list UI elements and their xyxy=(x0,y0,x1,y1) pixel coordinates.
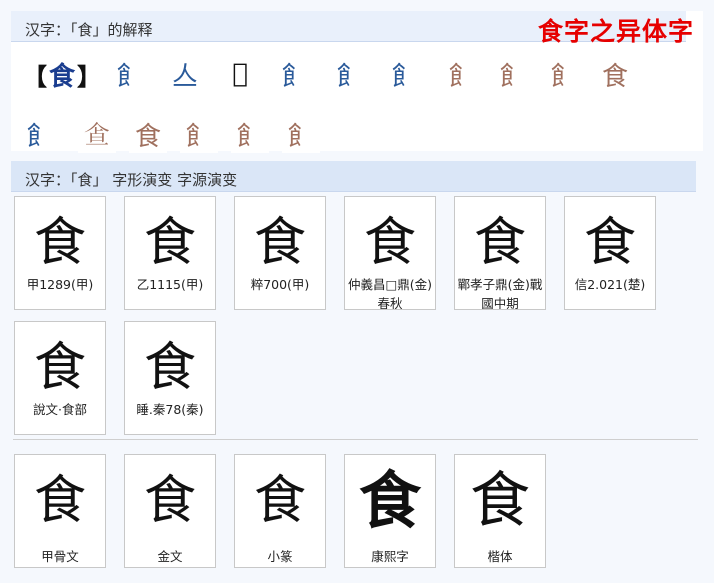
glyph-image: 食 xyxy=(33,337,86,398)
glyph-image: 食 xyxy=(363,212,416,273)
glyph-card[interactable]: 食 甲骨文 xyxy=(14,454,106,568)
variant-char[interactable]: 飠 xyxy=(23,115,57,153)
glyph-caption: 乙1115(甲) xyxy=(136,277,204,292)
variant-char-image[interactable]: 飠 xyxy=(443,55,481,93)
glyph-caption: 信2.021(楚) xyxy=(574,277,646,292)
glyph-caption: 甲1289(甲) xyxy=(26,277,94,292)
section-divider xyxy=(13,439,698,440)
glyph-card[interactable]: 食 金文 xyxy=(124,454,216,568)
variant-char[interactable]: 飠 xyxy=(388,55,422,93)
glyph-caption: 小篆 xyxy=(267,549,293,564)
evolution-panel-title: 汉字：「食」 字形演变 字源演变 xyxy=(25,169,237,190)
variant-char-image[interactable]: 飠 xyxy=(180,115,218,153)
glyph-image: 食 xyxy=(358,464,421,537)
evolution-title-prefix: 汉字：「食」 xyxy=(25,171,108,189)
glyph-image: 食 xyxy=(33,470,86,531)
glyph-caption: 金文 xyxy=(157,549,183,564)
glyph-image: 食 xyxy=(473,212,526,273)
glyph-caption: 說文·食部 xyxy=(33,402,87,417)
glyph-image: 食 xyxy=(143,337,196,398)
glyph-card[interactable]: 食 信2.021(楚) xyxy=(564,196,656,310)
glyph-evolution-link[interactable]: 字形演变 xyxy=(112,171,172,189)
variant-row-1: 【 食 】 飠 亼 𠊊 飠 飠 飠 飠 飠 飠 食 xyxy=(23,55,647,93)
variant-panel-header: 汉字：「食」的解释 食字之异体字 xyxy=(11,11,693,46)
glyph-caption: 仲義昌□鼎(金)春秋 xyxy=(347,277,433,310)
bracket-open: 【 xyxy=(23,62,47,91)
variant-char[interactable]: 𠊊 xyxy=(223,55,257,93)
variant-panel-title: 汉字：「食」的解释 xyxy=(25,21,153,39)
variant-char-image[interactable]: 飠 xyxy=(494,55,532,93)
glyph-card[interactable]: 食 粹700(甲) xyxy=(234,196,326,310)
variant-char-image[interactable]: 飠 xyxy=(545,55,583,93)
glyph-caption: 粹700(甲) xyxy=(250,277,310,292)
glyph-card[interactable]: 食 仲義昌□鼎(金)春秋 xyxy=(344,196,436,310)
main-character: 食 xyxy=(48,61,75,92)
glyph-image: 食 xyxy=(583,212,636,273)
variant-char[interactable]: 飠 xyxy=(113,55,147,93)
glyph-card[interactable]: 食 鄲孝子鼎(金)戰國中期 xyxy=(454,196,546,310)
origin-evolution-link[interactable]: 字源演变 xyxy=(177,171,237,189)
variant-banner: 食字之异体字 xyxy=(537,17,694,46)
glyph-image: 食 xyxy=(253,470,306,531)
variant-char-image[interactable]: 𩚃 xyxy=(78,115,116,153)
glyph-card[interactable]: 食 小篆 xyxy=(234,454,326,568)
glyph-card[interactable]: 食 說文·食部 xyxy=(14,321,106,435)
glyph-card[interactable]: 食 楷体 xyxy=(454,454,546,568)
glyph-caption: 甲骨文 xyxy=(41,549,79,564)
glyph-caption: 楷体 xyxy=(487,549,513,564)
glyph-card[interactable]: 食 乙1115(甲) xyxy=(124,196,216,310)
glyph-caption: 鄲孝子鼎(金)戰國中期 xyxy=(457,277,543,310)
evolution-panel-header: 汉字：「食」 字形演变 字源演变 xyxy=(11,161,696,192)
glyph-image: 食 xyxy=(470,465,530,536)
bracket-close: 】 xyxy=(77,62,101,91)
variant-char[interactable]: 亼 xyxy=(168,55,202,93)
variant-char-image[interactable]: 食 xyxy=(596,55,634,93)
variant-char-image[interactable]: 飠 xyxy=(231,115,269,153)
glyph-image: 食 xyxy=(253,212,306,273)
glyph-card[interactable]: 食 甲1289(甲) xyxy=(14,196,106,310)
variant-char[interactable]: 飠 xyxy=(333,55,367,93)
variant-panel: 汉字：「食」的解释 食字之异体字 【 食 】 飠 亼 𠊊 飠 飠 飠 飠 飠 飠… xyxy=(11,11,703,153)
glyph-image: 食 xyxy=(143,470,196,531)
variant-char-image[interactable]: 飠 xyxy=(282,115,320,153)
variant-char[interactable]: 飠 xyxy=(278,55,312,93)
glyph-card[interactable]: 食 康熙字 xyxy=(344,454,436,568)
glyph-card[interactable]: 食 睡.秦78(秦) xyxy=(124,321,216,435)
evolution-panel: 汉字：「食」 字形演变 字源演变 食 甲1289(甲) 食 乙1115(甲) 食… xyxy=(11,158,703,583)
glyph-caption: 康熙字 xyxy=(371,549,409,564)
variant-row-2: 飠 𩚃 食 飠 飠 飠 xyxy=(23,115,333,153)
glyph-image: 食 xyxy=(143,212,196,273)
glyph-image: 食 xyxy=(33,212,86,273)
glyph-caption: 睡.秦78(秦) xyxy=(136,402,204,417)
variant-char-image[interactable]: 食 xyxy=(129,115,167,153)
